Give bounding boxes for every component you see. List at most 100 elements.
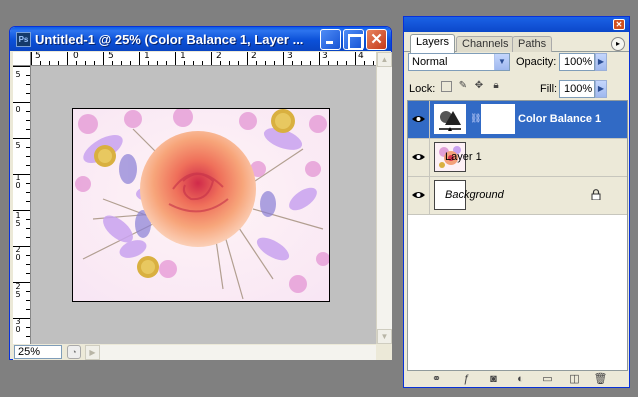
vertical-ruler[interactable]: 5 0 5 1 0 1 5 2 0 2 5 3 0 [13, 66, 31, 344]
lock-all-icon[interactable]: 🔒︎ [490, 80, 502, 92]
ruler-label: 2 0 [15, 245, 21, 262]
ruler-tick [13, 318, 30, 319]
ruler-origin[interactable] [13, 52, 31, 66]
tab-paths[interactable]: Paths [512, 36, 553, 52]
vertical-scrollbar[interactable]: ▲ ▼ [376, 52, 392, 344]
tab-channels[interactable]: Channels [456, 36, 515, 52]
ruler-tick [13, 102, 30, 103]
ruler-label: 5 [15, 70, 21, 79]
ruler-tick [310, 61, 311, 65]
new-group-icon[interactable]: ▭ [540, 372, 555, 386]
ruler-tick [121, 61, 122, 65]
ruler-tick [13, 282, 30, 283]
ruler-tick [166, 61, 167, 65]
ruler-label: 1 0 [15, 173, 21, 190]
visibility-toggle[interactable] [408, 101, 430, 138]
layer-style-icon[interactable]: ƒ [459, 372, 474, 386]
ruler-tick [26, 291, 30, 292]
photoshop-icon: Ps [16, 32, 31, 47]
ruler-tick [355, 52, 356, 65]
ruler-tick [26, 255, 30, 256]
ruler-tick [94, 61, 95, 65]
status-menu-button[interactable]: ◔ [67, 345, 81, 359]
tab-layers[interactable]: Layers [410, 34, 456, 53]
ruler-label: 3 [322, 52, 328, 61]
layer-row-layer-1[interactable]: Layer 1 [408, 139, 627, 177]
scroll-up-button[interactable]: ▲ [377, 52, 392, 67]
trash-icon[interactable]: 🗑︎ [593, 372, 608, 386]
horizontal-ruler[interactable]: 5 0 5 1 1 2 2 3 3 4 [31, 52, 376, 66]
flower-artwork[interactable] [72, 108, 330, 302]
ruler-tick [211, 52, 212, 65]
chevron-down-icon: ▼ [494, 54, 509, 70]
minimize-button[interactable] [320, 29, 341, 50]
ruler-tick [26, 336, 30, 337]
eye-icon [412, 116, 425, 122]
document-title: Untitled-1 @ 25% (Color Balance 1, Layer… [35, 32, 304, 47]
ruler-tick [103, 52, 104, 65]
ruler-tick [265, 61, 266, 65]
visibility-toggle[interactable] [408, 139, 430, 176]
canvas-area[interactable] [31, 66, 376, 344]
scroll-right-button[interactable]: ▶ [85, 345, 100, 360]
ruler-tick [26, 300, 30, 301]
ruler-tick [301, 61, 302, 65]
ruler-tick [13, 138, 30, 139]
ruler-label: 2 [251, 52, 257, 61]
ruler-tick [148, 61, 149, 65]
palette-menu-button[interactable]: ▸ [611, 37, 625, 51]
ruler-label: 5 [15, 141, 21, 150]
document-window: Ps Untitled-1 @ 25% (Color Balance 1, La… [9, 26, 392, 360]
blend-mode-value: Normal [412, 56, 448, 68]
ruler-tick [337, 61, 338, 65]
ruler-label: 1 [180, 52, 186, 61]
fill-slider-button[interactable]: ▶ [595, 80, 607, 98]
visibility-toggle[interactable] [408, 177, 430, 214]
zoom-field[interactable]: 25% [14, 345, 62, 359]
ruler-label: 0 [15, 105, 21, 114]
ruler-tick [292, 61, 293, 65]
opacity-field[interactable]: 100% [559, 53, 595, 71]
ruler-tick [67, 52, 68, 65]
ruler-tick [26, 111, 30, 112]
layer-row-color-balance[interactable]: ⛓︎ Color Balance 1 [408, 101, 627, 139]
horizontal-scrollbar[interactable]: ◀ ▶ [85, 345, 376, 360]
ruler-label: 3 0 [15, 317, 21, 334]
layer-name: Background [445, 189, 504, 201]
layer-row-background[interactable]: Background [408, 177, 627, 215]
add-mask-icon[interactable]: ◙ [486, 372, 501, 386]
lock-transparency-icon[interactable] [441, 81, 452, 92]
fill-field[interactable]: 100% [559, 80, 595, 98]
blend-mode-select[interactable]: Normal ▼ [408, 53, 510, 71]
scroll-down-button[interactable]: ▼ [377, 329, 392, 344]
lock-image-icon[interactable]: ✎ [457, 80, 469, 92]
maximize-button[interactable] [343, 29, 364, 50]
ruler-label: 5 [35, 52, 41, 61]
ruler-label: 3 [287, 52, 293, 61]
layer-mask-thumbnail[interactable] [481, 104, 515, 134]
ruler-tick [26, 75, 30, 76]
ruler-tick [328, 61, 329, 65]
minimize-icon [321, 30, 340, 49]
resize-grip[interactable] [376, 344, 392, 360]
ruler-tick [26, 147, 30, 148]
ruler-tick [256, 61, 257, 65]
ruler-label: 5 [108, 52, 114, 61]
new-layer-icon[interactable]: ◫ [567, 372, 582, 386]
ruler-tick [26, 327, 30, 328]
fill-label: Fill: [540, 83, 558, 95]
document-titlebar[interactable]: Ps Untitled-1 @ 25% (Color Balance 1, La… [10, 27, 391, 51]
close-button[interactable]: ✕ [366, 29, 387, 50]
palette-close-button[interactable]: ✕ [613, 19, 625, 30]
eye-icon [412, 192, 425, 198]
ruler-tick [49, 61, 50, 65]
layer-name: Color Balance 1 [518, 113, 602, 125]
link-layers-icon[interactable]: ⚭ [429, 372, 444, 386]
ruler-tick [26, 309, 30, 310]
opacity-slider-button[interactable]: ▶ [595, 53, 607, 71]
ruler-tick [229, 61, 230, 65]
adjustment-layer-icon[interactable]: ◐ [513, 372, 528, 386]
palette-titlebar[interactable]: ✕ [404, 17, 629, 32]
lock-position-icon[interactable]: ✥ [473, 80, 485, 92]
chain-link-icon[interactable]: ⛓︎ [470, 113, 481, 126]
